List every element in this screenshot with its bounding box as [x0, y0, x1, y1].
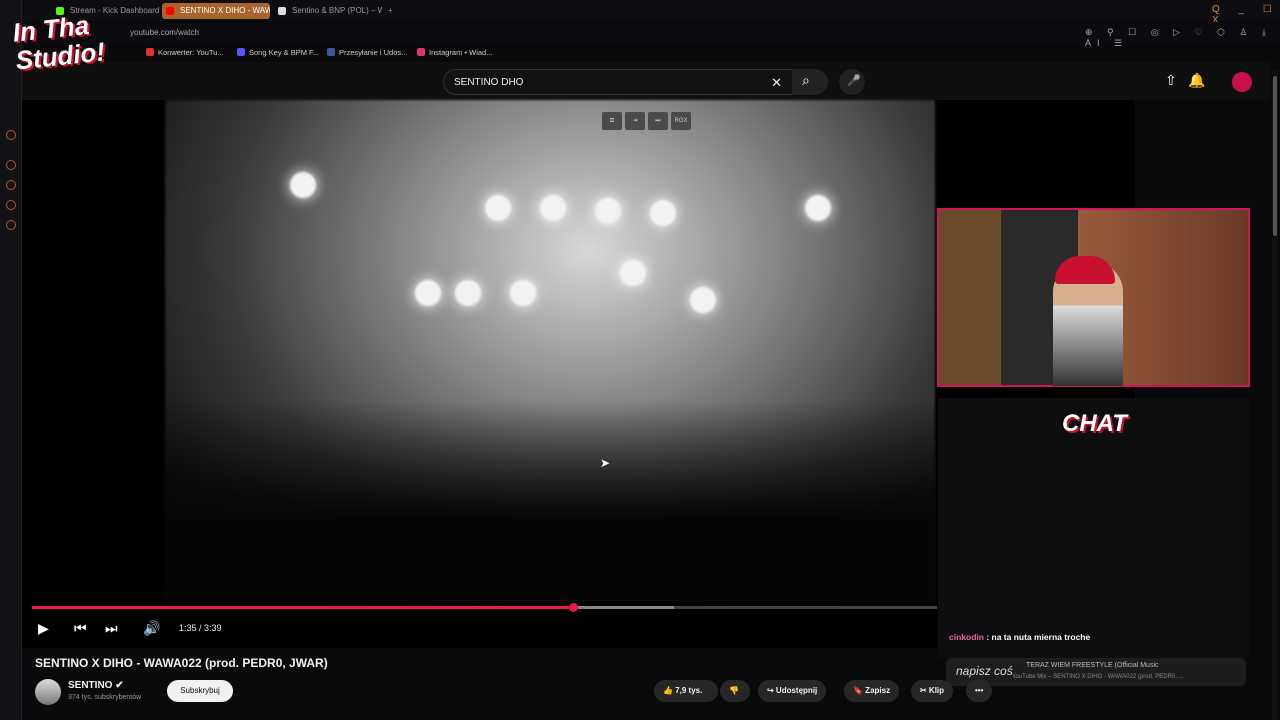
rgx-button[interactable]: RGX: [671, 112, 691, 130]
channel-avatar[interactable]: [35, 679, 61, 705]
voice-search-button[interactable]: 🎤: [839, 69, 865, 95]
play-icon[interactable]: ▶: [38, 620, 49, 637]
chat-placeholder: napisz coś: [956, 664, 1013, 678]
bookmark-label: Konwerter: YouTu...: [158, 48, 224, 57]
channel-name[interactable]: SENTINO ✔: [68, 680, 124, 691]
tab-label: Sentino & BNP (POL) – WA: [292, 6, 382, 15]
clear-search-icon[interactable]: ✕: [771, 75, 782, 91]
subscriber-count: 374 tys. subskrybentów: [68, 694, 142, 701]
bookmark-label: Song Key & BPM F...: [249, 48, 320, 57]
search-button[interactable]: ⌕: [792, 69, 828, 95]
bookmark-songkey[interactable]: Song Key & BPM F...: [237, 48, 319, 57]
search-value: SENTINO DHO: [454, 77, 524, 88]
volume-icon[interactable]: 🔊: [143, 620, 160, 637]
video-title: SENTINO X DIHO - WAWA022 (prod. PEDR0, J…: [35, 656, 328, 670]
bookmark-converter[interactable]: Konwerter: YouTu...: [146, 48, 224, 57]
upload-notifications: ⇧ 🔔: [1165, 72, 1206, 89]
upload-icon[interactable]: ⇧: [1165, 72, 1177, 88]
bookmark-icon: [237, 48, 245, 56]
chat-text: : na ta nuta mierna troche: [983, 632, 1091, 642]
bookmark-label: Instagram • Wiad...: [429, 48, 493, 57]
next-icon[interactable]: ⏭: [105, 620, 118, 637]
sidebar-icon[interactable]: [6, 160, 16, 170]
url-text[interactable]: youtube.com/watch: [130, 28, 199, 37]
chat-label: CHAT: [1062, 410, 1127, 437]
new-tab-button[interactable]: +: [384, 3, 400, 19]
stream-logo: In Tha Studio!: [11, 9, 107, 76]
like-button[interactable]: 👍 7,9 tys.: [654, 680, 718, 702]
history-icon[interactable]: [6, 180, 16, 190]
skip-icon[interactable]: ⏭: [648, 112, 668, 130]
video-tools: ⧉ ⇥ ⏭ RGX: [602, 109, 694, 130]
share-button[interactable]: ↪ Udostępnij: [758, 680, 827, 702]
now-playing-sub: YouTube Mix – SENTINO X DIHO - WAWA022 (…: [1012, 674, 1184, 680]
popout-icon[interactable]: ⧉: [602, 112, 622, 130]
tab-bar: Stream - Kick Dashboard SENTINO X DIHO -…: [22, 0, 1280, 21]
bookmark-icon: [327, 48, 335, 56]
search-icon: ⌕: [802, 72, 810, 88]
mouse-cursor-icon: ➤: [600, 456, 611, 470]
browser-sidebar: [0, 0, 22, 720]
settings-icon[interactable]: [6, 220, 16, 230]
chat-message: cinkodin : na ta nuta mierna troche: [949, 632, 1090, 642]
search-input[interactable]: SENTINO DHO ✕: [443, 69, 793, 95]
sidebar-icon[interactable]: [6, 200, 16, 210]
progress-played: [32, 606, 574, 609]
dislike-button[interactable]: 👎: [720, 680, 750, 702]
bookmark-tumblr[interactable]: Przesyłanie i Udos...: [327, 48, 407, 57]
chat-input[interactable]: napisz coś TERAZ WIEM FREESTYLE (Officia…: [946, 658, 1246, 686]
bell-icon[interactable]: 🔔: [1188, 72, 1205, 88]
bookmark-icon: [146, 48, 154, 56]
tab-sentino-bnp[interactable]: Sentino & BNP (POL) – WA: [274, 3, 382, 19]
scrollbar[interactable]: [1272, 70, 1278, 720]
twitch-icon[interactable]: [6, 130, 16, 140]
tab-youtube[interactable]: SENTINO X DIHO - WAWA: [162, 3, 270, 19]
avatar[interactable]: [1232, 72, 1252, 92]
buffer-bar: [573, 606, 674, 609]
tab-label: SENTINO X DIHO - WAWA: [180, 6, 270, 15]
tab-icon: [278, 7, 286, 15]
chat-username: cinkodin: [949, 632, 984, 642]
youtube-icon: [166, 7, 174, 15]
enter-icon[interactable]: ⇥: [625, 112, 645, 130]
save-button[interactable]: 🔖 Zapisz: [844, 680, 900, 702]
subscribe-button[interactable]: Subskrybuj: [167, 680, 233, 702]
bookmarks-bar: Konwerter: YouTu... Song Key & BPM F... …: [22, 44, 1280, 62]
now-playing: TERAZ WIEM FREESTYLE (Official Music: [1026, 662, 1159, 669]
scrollbar-thumb[interactable]: [1273, 76, 1277, 236]
time-display: 1:35 / 3:39: [179, 623, 222, 633]
bookmark-instagram[interactable]: Instagram • Wiad...: [417, 48, 492, 57]
crowd-silhouette: [165, 400, 935, 600]
mic-icon: 🎤: [847, 75, 861, 87]
previous-icon[interactable]: ⏮: [74, 620, 87, 637]
instagram-icon: [417, 48, 425, 56]
bookmark-label: Przesyłanie i Udos...: [339, 48, 408, 57]
